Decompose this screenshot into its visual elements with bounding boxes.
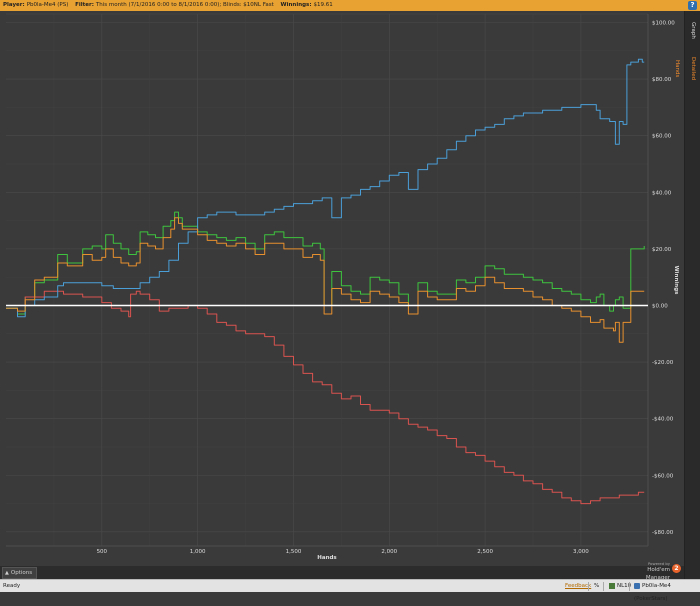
y-tick-label: -$40.00 (652, 417, 674, 423)
status-ready: Ready (3, 583, 21, 589)
y-tick-label: $40.00 (652, 190, 672, 196)
status-divider (588, 582, 589, 591)
options-button[interactable]: ▲ Options (2, 567, 38, 579)
winnings-label: Winnings: (280, 2, 312, 8)
filter-header-bar: Player: Pb0la-Me4 (PS) Filter: This month … (0, 0, 700, 11)
status-percent: % (594, 583, 600, 589)
y-tick-label: $100.00 (652, 20, 675, 26)
filter-label: Filter: (75, 2, 94, 8)
y-tick-label: -$80.00 (652, 530, 674, 536)
x-tick-label: 2,000 (381, 549, 397, 555)
help-button[interactable]: ? (688, 1, 697, 10)
y-tick-label: -$60.00 (652, 473, 674, 479)
x-axis-title: Hands (317, 555, 337, 561)
x-tick-label: 500 (97, 549, 108, 555)
database-icon (609, 582, 615, 589)
x-tick-label: 3,000 (573, 549, 589, 555)
x-tick-label: 1,500 (286, 549, 302, 555)
player-icon (634, 582, 640, 589)
expand-arrow-icon: ▲ (5, 570, 9, 576)
x-tick-label: 1,000 (190, 549, 206, 555)
chart-background (0, 11, 684, 566)
options-label: Options (10, 570, 33, 576)
filter-value[interactable]: This month (7/1/2016 0:00 to 8/1/2016 0:… (96, 2, 274, 8)
y-axis-title: Winnings (673, 266, 679, 296)
hm2-badge-icon: 2 (672, 564, 681, 573)
tab-graph[interactable]: Graph (685, 15, 700, 45)
player-value[interactable]: Pb0la-Me4 (PS) (27, 2, 69, 8)
winnings-value: $19.61 (313, 2, 333, 8)
side-tab-strip: Graph Detailed Hands (674, 11, 700, 579)
x-tick-label: 2,500 (477, 549, 493, 555)
status-bar: Ready Feedback % NL10 Pb0la-Me4 (PokerSt… (0, 579, 700, 602)
y-tick-label: $80.00 (652, 77, 672, 83)
tab-detailed-hands[interactable]: Detailed Hands (674, 49, 700, 89)
y-tick-label: $60.00 (652, 134, 672, 140)
status-divider (629, 582, 630, 591)
y-tick-label: $0.00 (652, 303, 668, 309)
player-label: Player: (3, 2, 25, 8)
y-tick-label: $20.00 (652, 247, 672, 253)
y-tick-label: -$20.00 (652, 360, 674, 366)
status-divider (603, 582, 604, 591)
chart-footer-bar (0, 566, 684, 579)
stakes-indicator[interactable]: NL10 (609, 580, 631, 593)
player-indicator[interactable]: Pb0la-Me4 (PokerStars) (634, 580, 700, 606)
winnings-graph: $100.00 $80.00 $60.00 $40.00 $20.00 $0.00 -$20… (0, 11, 684, 566)
holdem-manager-logo: Powered by Hold'em Manager 2 (628, 561, 682, 581)
